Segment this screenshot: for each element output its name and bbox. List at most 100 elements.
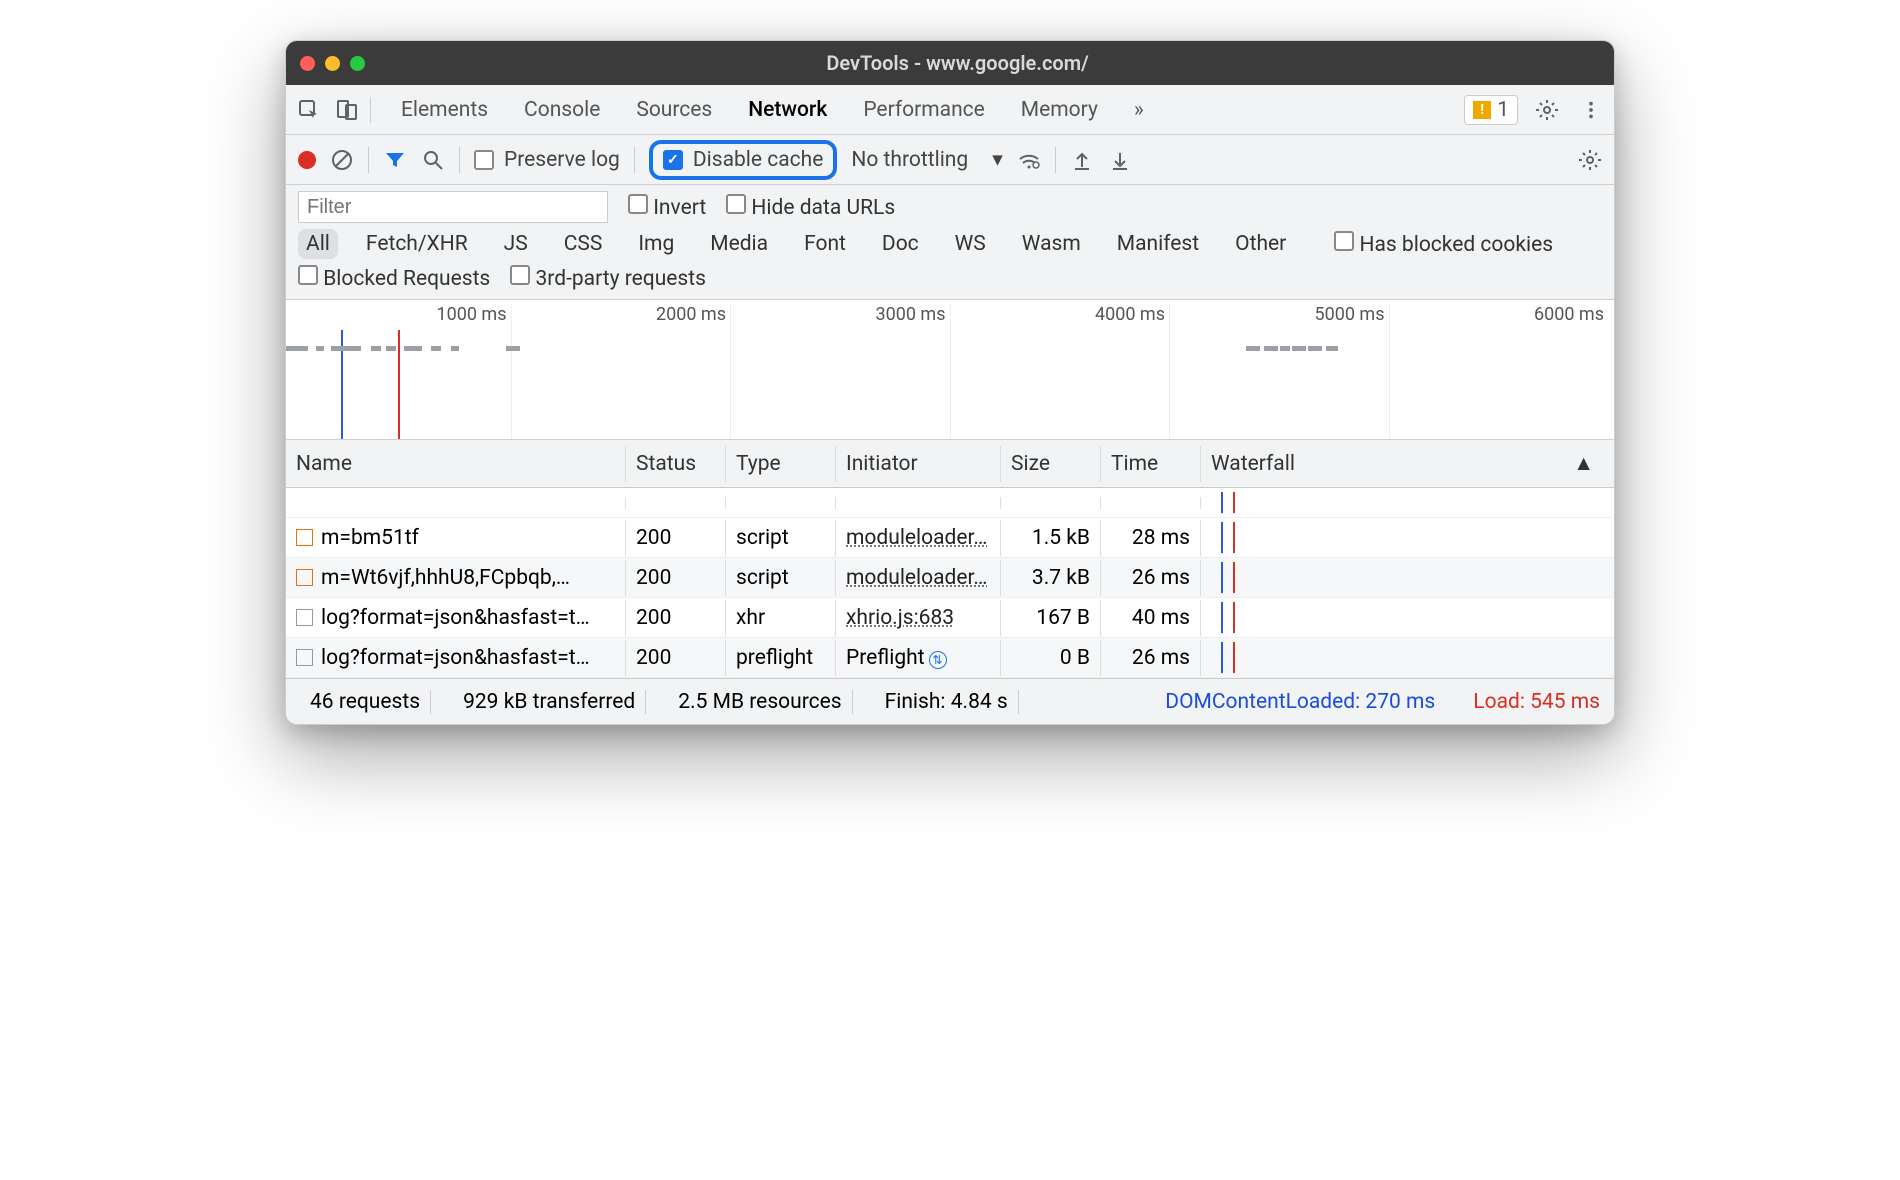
file-type-icon — [296, 609, 313, 626]
separator — [634, 147, 635, 173]
request-initiator[interactable]: moduleloader… — [836, 560, 1001, 596]
request-name: m=Wt6vjf,hhhU8,FCpbqb,… — [321, 566, 570, 590]
checkbox-icon — [474, 150, 494, 170]
filter-type-manifest[interactable]: Manifest — [1109, 229, 1207, 259]
table-row[interactable]: log?format=json&hasfast=t… 200 xhr xhrio… — [286, 598, 1614, 638]
filter-type-img[interactable]: Img — [630, 229, 682, 259]
sort-indicator-icon: ▲ — [1573, 452, 1594, 476]
close-window-icon[interactable] — [300, 56, 315, 71]
network-settings-icon[interactable] — [1578, 148, 1602, 172]
warning-badge[interactable]: ! 1 — [1464, 95, 1518, 125]
has-blocked-cookies-checkbox[interactable]: Has blocked cookies — [1334, 231, 1553, 257]
request-type: preflight — [726, 640, 836, 676]
has-blocked-cookies-label: Has blocked cookies — [1359, 233, 1553, 257]
col-waterfall[interactable]: Waterfall ▲ — [1201, 446, 1614, 482]
filter-type-all[interactable]: All — [298, 229, 338, 259]
request-size: 1.5 kB — [1001, 520, 1101, 556]
disable-cache-highlight: Disable cache — [649, 140, 838, 180]
request-initiator[interactable]: moduleloader… — [836, 520, 1001, 556]
col-name[interactable]: Name — [286, 446, 626, 482]
filter-type-media[interactable]: Media — [702, 229, 776, 259]
waterfall-cell — [1201, 638, 1614, 677]
checkbox-checked-icon — [663, 150, 683, 170]
filter-icon[interactable] — [383, 148, 407, 172]
col-time[interactable]: Time — [1101, 446, 1201, 482]
tab-memory[interactable]: Memory — [1017, 90, 1102, 130]
request-initiator[interactable]: xhrio.js:683 — [836, 600, 1001, 636]
file-type-icon — [296, 529, 313, 546]
record-button[interactable] — [298, 151, 316, 169]
tab-network[interactable]: Network — [744, 90, 831, 130]
request-time: 40 ms — [1101, 600, 1201, 636]
preserve-log-label: Preserve log — [504, 148, 620, 172]
request-status: 200 — [626, 560, 726, 596]
settings-icon[interactable] — [1532, 95, 1562, 125]
main-tabs-row: Elements Console Sources Network Perform… — [286, 85, 1614, 135]
status-transferred: 929 kB transferred — [453, 690, 646, 714]
col-size[interactable]: Size — [1001, 446, 1101, 482]
timeline-tick: 1000 ms — [292, 304, 511, 440]
tab-elements[interactable]: Elements — [397, 90, 492, 130]
filter-input[interactable] — [298, 191, 608, 223]
filter-type-fetch-xhr[interactable]: Fetch/XHR — [358, 229, 476, 259]
filter-type-ws[interactable]: WS — [947, 229, 994, 259]
preserve-log-checkbox[interactable]: Preserve log — [474, 148, 620, 172]
timeline-tick: 6000 ms — [1389, 304, 1609, 440]
status-bar: 46 requests 929 kB transferred 2.5 MB re… — [286, 678, 1614, 724]
devtools-window: DevTools - www.google.com/ Elements Cons… — [285, 40, 1615, 725]
timeline-overview[interactable]: 1000 ms 2000 ms 3000 ms 4000 ms 5000 ms … — [286, 300, 1614, 440]
blocked-requests-checkbox[interactable]: Blocked Requests — [298, 265, 490, 291]
timeline-tick: 4000 ms — [950, 304, 1170, 440]
timeline-tick: 2000 ms — [511, 304, 731, 440]
inspect-element-icon[interactable] — [294, 95, 324, 125]
request-type: script — [726, 520, 836, 556]
table-row[interactable]: m=bm51tf 200 script moduleloader… 1.5 kB… — [286, 518, 1614, 558]
file-type-icon — [296, 569, 313, 586]
hide-data-urls-checkbox[interactable]: Hide data URLs — [726, 194, 895, 220]
separator — [368, 147, 369, 173]
more-options-icon[interactable] — [1576, 95, 1606, 125]
separator — [1055, 147, 1056, 173]
clear-icon[interactable] — [330, 148, 354, 172]
timeline-tick: 5000 ms — [1169, 304, 1389, 440]
filter-type-font[interactable]: Font — [796, 229, 854, 259]
upload-har-icon[interactable] — [1070, 148, 1094, 172]
throttling-label: No throttling — [851, 148, 968, 172]
search-icon[interactable] — [421, 148, 445, 172]
tab-performance[interactable]: Performance — [859, 90, 988, 130]
request-size: 3.7 kB — [1001, 560, 1101, 596]
network-conditions-icon[interactable] — [1017, 148, 1041, 172]
device-toolbar-icon[interactable] — [332, 95, 362, 125]
separator — [459, 147, 460, 173]
filter-type-other[interactable]: Other — [1227, 229, 1294, 259]
preflight-icon: ⇅ — [929, 651, 947, 669]
disable-cache-label: Disable cache — [693, 148, 824, 172]
titlebar: DevTools - www.google.com/ — [286, 41, 1614, 85]
filter-type-js[interactable]: JS — [496, 229, 536, 259]
tab-sources[interactable]: Sources — [632, 90, 716, 130]
throttling-dropdown[interactable]: No throttling ▾ — [851, 147, 1002, 172]
network-toolbar: Preserve log Disable cache No throttling… — [286, 135, 1614, 185]
invert-label: Invert — [653, 196, 706, 220]
col-initiator[interactable]: Initiator — [836, 446, 1001, 482]
request-initiator[interactable]: Preflight⇅ — [836, 640, 1001, 676]
col-status[interactable]: Status — [626, 446, 726, 482]
table-row[interactable]: m=Wt6vjf,hhhU8,FCpbqb,… 200 script modul… — [286, 558, 1614, 598]
window-title: DevTools - www.google.com/ — [315, 51, 1600, 75]
request-name: m=bm51tf — [321, 526, 419, 550]
table-row — [286, 488, 1614, 518]
request-time: 26 ms — [1101, 560, 1201, 596]
tab-console[interactable]: Console — [520, 90, 604, 130]
tabs-overflow-icon[interactable]: » — [1130, 90, 1148, 130]
filter-type-css[interactable]: CSS — [556, 229, 611, 259]
col-type[interactable]: Type — [726, 446, 836, 482]
disable-cache-checkbox[interactable]: Disable cache — [663, 148, 824, 172]
request-time: 26 ms — [1101, 640, 1201, 676]
filter-type-doc[interactable]: Doc — [874, 229, 927, 259]
invert-checkbox[interactable]: Invert — [628, 194, 706, 220]
table-row[interactable]: log?format=json&hasfast=t… 200 preflight… — [286, 638, 1614, 678]
filter-type-wasm[interactable]: Wasm — [1014, 229, 1089, 259]
waterfall-cell — [1201, 598, 1614, 637]
third-party-checkbox[interactable]: 3rd-party requests — [510, 265, 706, 291]
download-har-icon[interactable] — [1108, 148, 1132, 172]
